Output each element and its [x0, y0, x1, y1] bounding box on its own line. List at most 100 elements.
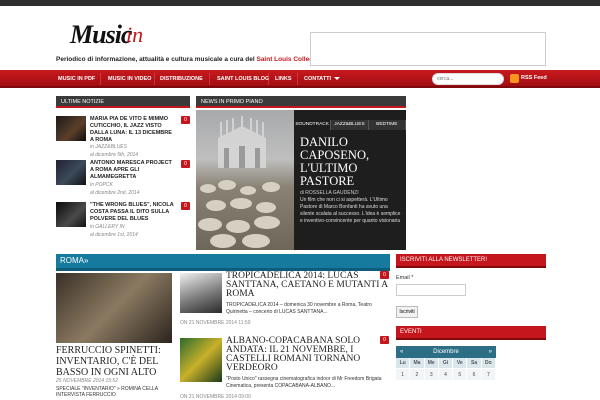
- featured-slider[interactable]: SOUNDTRACK JAZZ&BLUES BEDTIME DANILO CAP…: [196, 110, 406, 250]
- nav-contatti[interactable]: CONTATTI: [304, 70, 340, 88]
- featured-news-heading: NEWS IN PRIMO PIANO: [196, 96, 406, 108]
- article-thumbnail[interactable]: [180, 273, 222, 313]
- nav-links[interactable]: LINKS: [275, 70, 292, 88]
- nav-divider: [268, 73, 269, 85]
- calendar-day[interactable]: 4: [438, 368, 454, 380]
- calendar-prev-button[interactable]: «: [400, 346, 403, 358]
- article-thumbnail[interactable]: [180, 338, 222, 382]
- calendar-header: « Dicembre »: [396, 346, 496, 358]
- site-logo[interactable]: Music in Periodico di informazione, attu…: [56, 20, 345, 64]
- rss-icon[interactable]: [510, 74, 519, 83]
- email-label: Email *: [396, 275, 414, 281]
- nav-contatti-label: CONTATTI: [304, 76, 331, 82]
- big-article-date: 25 NOVEMBRE 2014 15:52: [56, 378, 118, 384]
- big-article-image[interactable]: [56, 273, 172, 343]
- sheep-shape: [206, 200, 226, 211]
- article-excerpt: TROPICADELICA 2014 – domenica 30 novembr…: [226, 302, 372, 315]
- calendar-day[interactable]: 6: [467, 368, 482, 380]
- news-thumbnail[interactable]: [56, 160, 86, 185]
- weekday-label: Do: [482, 358, 496, 368]
- comment-count-badge[interactable]: 0: [181, 202, 190, 210]
- list-item[interactable]: "THE WRONG BLUES", NICOLA COSTA PASSA IL…: [56, 202, 190, 242]
- newsletter-underline: [396, 266, 546, 268]
- sheep-shape: [210, 234, 236, 248]
- article-title[interactable]: TROPICADELICA 2014: LUCAS SANTTANA, CAET…: [226, 271, 388, 299]
- calendar-day[interactable]: 3: [424, 368, 439, 380]
- comment-count-badge[interactable]: 0: [380, 336, 389, 344]
- news-category-link[interactable]: JAZZ&BLUES: [95, 144, 127, 150]
- sheep-shape: [230, 198, 252, 209]
- rss-feed-link[interactable]: RSS Feed: [521, 73, 547, 84]
- nav-distribuzione[interactable]: DISTRIBUZIONE: [160, 70, 203, 88]
- news-title[interactable]: ANTONIO MARESCA PROJECT A ROMA APRE GLI …: [90, 160, 176, 181]
- comment-count-badge[interactable]: 0: [181, 160, 190, 168]
- nav-divider: [297, 73, 298, 85]
- tab-jazz-blues[interactable]: JAZZ&BLUES: [331, 120, 369, 130]
- sheep-shape: [256, 202, 276, 213]
- news-category-link[interactable]: GALLERY IN: [95, 224, 124, 230]
- weekday-label: Ve: [453, 358, 468, 368]
- news-thumbnail[interactable]: [56, 202, 86, 227]
- events-underline: [396, 338, 546, 340]
- events-heading: EVENTI: [396, 326, 546, 338]
- article-date: ON 21 NOVEMBRE 2014 09:00: [180, 394, 251, 400]
- article-title[interactable]: ALBANO-COPACABANA SOLO ANDATA: IL 21 NOV…: [226, 336, 388, 373]
- subscribe-button[interactable]: Iscriviti: [396, 306, 418, 318]
- tab-soundtrack[interactable]: SOUNDTRACK: [294, 120, 332, 130]
- news-category-prefix: in: [90, 144, 94, 150]
- calendar-next-button[interactable]: »: [489, 346, 492, 358]
- featured-author: di ROSSELLA GAUDENZI: [300, 190, 359, 196]
- news-category-prefix: in: [90, 182, 94, 188]
- category-heading-roma[interactable]: ROMA»: [56, 254, 390, 268]
- search-input[interactable]: [432, 73, 504, 85]
- news-category-link[interactable]: POPCK: [95, 182, 113, 188]
- news-category: in POPCK: [90, 182, 113, 188]
- calendar-day[interactable]: 2: [410, 368, 425, 380]
- list-item[interactable]: ANTONIO MARESCA PROJECT A ROMA APRE GLI …: [56, 160, 190, 200]
- sheep-shape: [254, 216, 280, 229]
- calendar-month: Dicembre: [433, 349, 459, 355]
- news-thumbnail[interactable]: [56, 116, 86, 141]
- comment-count-badge[interactable]: 0: [181, 116, 190, 124]
- list-item[interactable]: MARIA PIA DE VITO E MIMMO CUTICCHIO, IL …: [56, 116, 190, 158]
- article-date: ON 21 NOVEMBRE 2014 11:59: [180, 320, 251, 326]
- weekday-label: Ma: [410, 358, 425, 368]
- sheep-shape: [198, 218, 222, 231]
- news-category: in GALLERY IN: [90, 224, 124, 230]
- nav-music-in-pdf[interactable]: MUSIC IN PDF: [58, 70, 95, 88]
- sheep-shape: [242, 234, 270, 248]
- weekday-label: Lu: [396, 358, 411, 368]
- nav-music-in-video[interactable]: MUSIC IN VIDEO: [108, 70, 151, 88]
- big-article-excerpt: SPECIALE "INVENTARIO" » ROMINA CELLA INT…: [56, 386, 158, 398]
- sheep-shape: [200, 184, 216, 193]
- sheep-shape: [262, 182, 280, 192]
- site-tagline: Periodico di informazione, attualità e c…: [56, 56, 345, 63]
- nav-saint-louis-blog[interactable]: SAINT LOUIS BLOG: [217, 70, 269, 88]
- sheep-shape: [226, 220, 250, 233]
- news-title[interactable]: MARIA PIA DE VITO E MIMMO CUTICCHIO, IL …: [90, 116, 176, 144]
- logo-word: Music: [70, 20, 132, 49]
- newsletter-heading: ISCRIVITI ALLA NEWSLETTER!: [396, 254, 546, 266]
- news-date: al dicembre 1st, 2014: [90, 232, 138, 238]
- calendar-day[interactable]: 1: [396, 368, 411, 380]
- sheep-shape: [218, 180, 236, 190]
- news-title[interactable]: "THE WRONG BLUES", NICOLA COSTA PASSA IL…: [90, 202, 176, 223]
- email-field[interactable]: [396, 284, 466, 296]
- featured-excerpt: Un film che non ci si aspetterà. L'Ultim…: [300, 197, 401, 224]
- featured-title[interactable]: DANILO CAPOSENO, L'ULTIMO PASTORE: [300, 136, 404, 188]
- featured-image[interactable]: [196, 110, 294, 250]
- news-category: in JAZZ&BLUES: [90, 144, 127, 150]
- news-category-prefix: in: [90, 224, 94, 230]
- weekday-label: Gi: [439, 358, 454, 368]
- chevron-down-icon: [333, 77, 340, 81]
- calendar-day[interactable]: 5: [453, 368, 468, 380]
- banner-ad-box[interactable]: [310, 32, 546, 66]
- calendar-day[interactable]: 7: [481, 368, 496, 380]
- nav-divider: [154, 73, 155, 85]
- sheep-shape: [240, 186, 256, 195]
- nav-divider: [209, 73, 210, 85]
- tab-bedtime[interactable]: BEDTIME: [368, 120, 406, 130]
- comment-count-badge[interactable]: 0: [380, 271, 389, 279]
- news-date: al dicembre 5th, 2014: [90, 152, 139, 158]
- big-article-title[interactable]: FERRUCCIO SPINETTI: INVENTARIO, C'È DEL …: [56, 345, 174, 378]
